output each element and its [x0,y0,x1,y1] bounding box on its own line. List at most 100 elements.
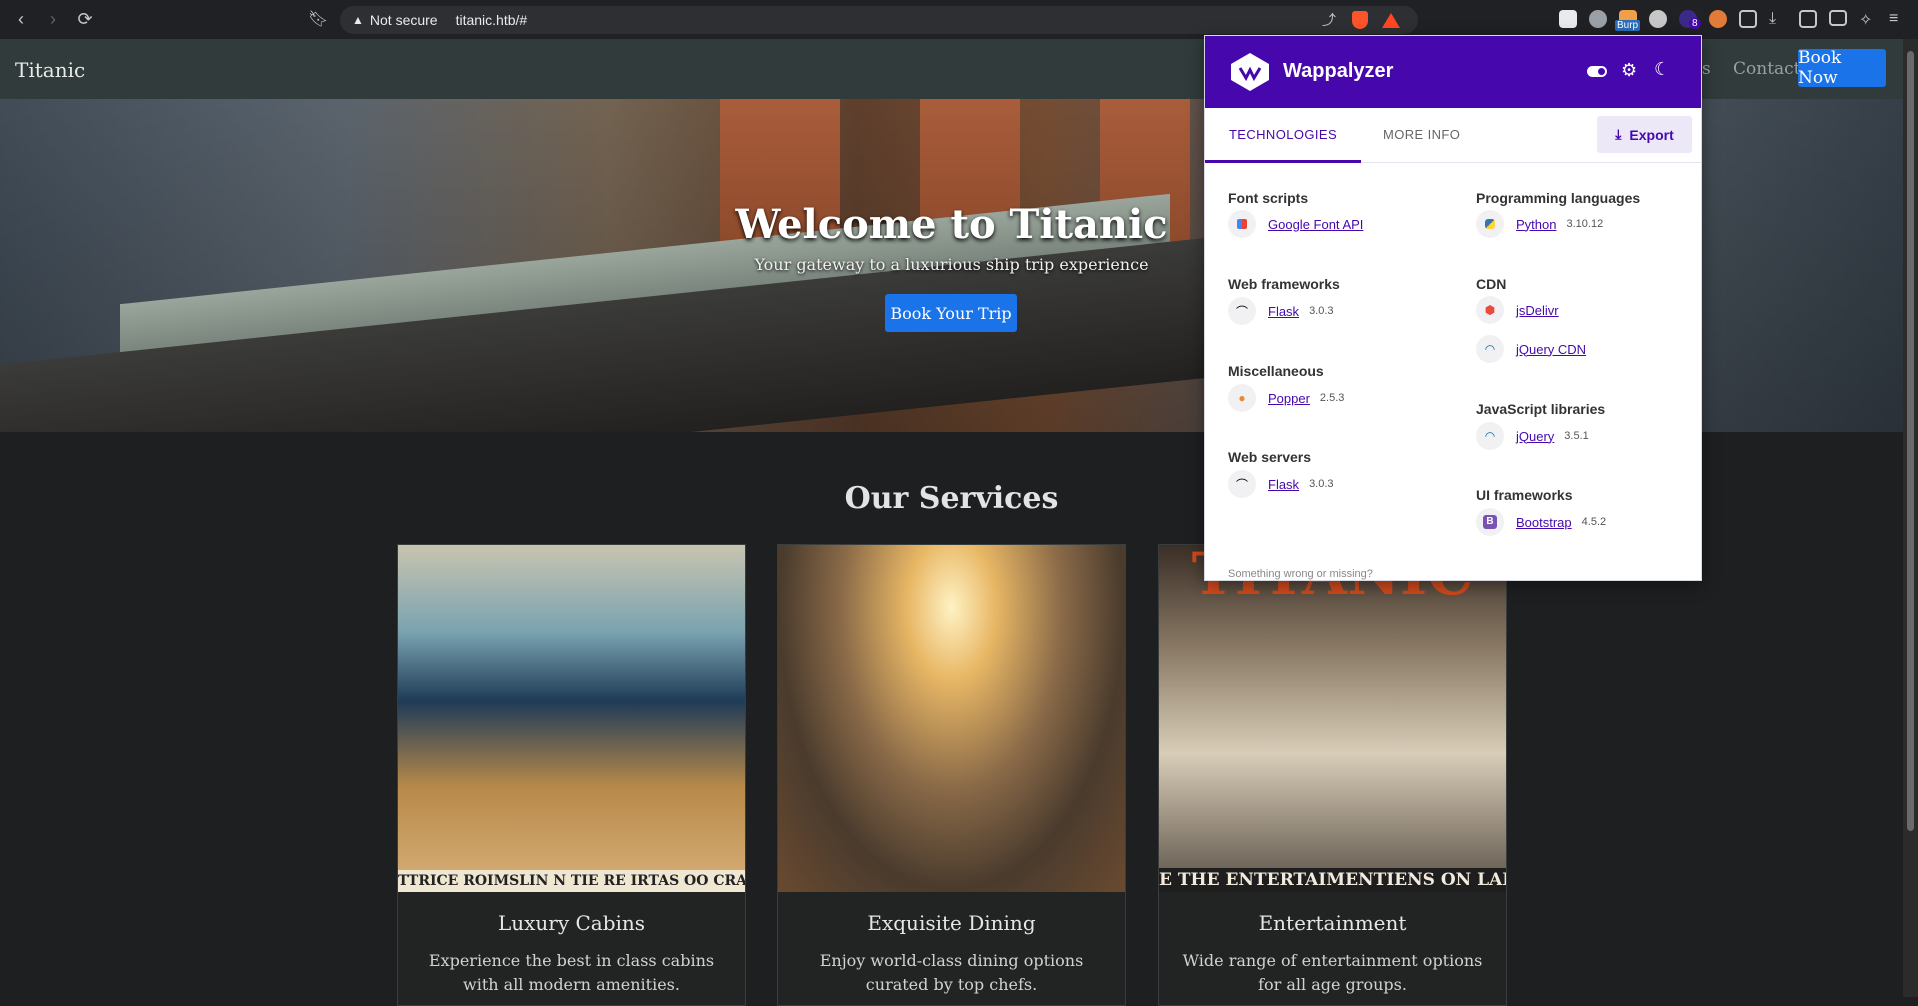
tech-version: 3.10.12 [1566,218,1604,230]
bookmark-icon[interactable]: 🔖︎ [308,9,328,29]
tech-link[interactable]: Python [1516,217,1556,232]
wappalyzer-header: Wappalyzer ⚙ ☾ [1205,36,1701,108]
gear-icon[interactable]: ⚙ [1621,60,1637,81]
bootstrap-icon: B [1476,508,1504,536]
site-brand[interactable]: Titanic [15,58,85,82]
menu-icon[interactable]: ≡ [1889,10,1907,28]
service-card: Exquisite Dining Enjoy world-class dinin… [777,544,1126,1006]
tech-link[interactable]: jsDelivr [1516,303,1559,318]
category-cdn: CDN [1476,276,1507,292]
service-image-cabins: TTRICE ROIMSLIN N TIE RE IRTAS OO CRAS I [398,545,745,892]
flask-icon: ⌒ [1228,470,1256,498]
sidebar-icon[interactable] [1799,10,1817,28]
tech-version: 3.5.1 [1564,430,1589,442]
tech-item: B Bootstrap 4.5.2 [1476,508,1606,536]
python-icon [1476,210,1504,238]
tech-item: Python 3.10.12 [1476,210,1603,238]
service-desc: Experience the best in class cabins with… [428,951,715,994]
tech-item: ◠ jQuery CDN [1476,335,1586,363]
flask-icon: ⌒ [1228,297,1256,325]
tech-item: ⬢ jsDelivr [1476,296,1559,324]
download-icon: ⤓ [1615,126,1622,142]
tab-more-info[interactable]: MORE INFO [1383,108,1460,160]
wappalyzer-tabs: TECHNOLOGIES MORE INFO ⤓ Export [1205,108,1701,163]
brave-shields-icon[interactable] [1352,11,1368,29]
security-label[interactable]: Not secure [370,12,438,28]
tech-link[interactable]: jQuery [1516,429,1554,444]
image-caption: E THE ENTERTAIMENTIENS ON LAI [1159,868,1506,892]
tech-version: 3.0.3 [1309,305,1334,317]
download-icon[interactable]: ⤓ [1769,10,1787,28]
jquery-cdn-icon: ◠ [1476,335,1504,363]
tech-version: 2.5.3 [1319,392,1345,404]
page-scrollbar[interactable] [1903,39,1918,997]
footer-link[interactable]: Something wrong or missing? [1228,568,1373,580]
book-now-button[interactable]: Book Now [1798,48,1886,88]
book-trip-button[interactable]: Book Your Trip [885,294,1017,332]
moon-icon[interactable]: ☾ [1654,59,1670,80]
tech-item: ⌒ Flask 3.0.3 [1228,470,1334,498]
back-icon[interactable]: ‹ [10,9,32,31]
tech-link[interactable]: jQuery CDN [1516,342,1586,357]
tech-item: Google Font API [1228,210,1363,238]
brave-rewards-icon[interactable] [1382,12,1400,28]
category-font-scripts: Font scripts [1228,190,1309,206]
tech-item: ⌒ Flask 3.0.3 [1228,297,1334,325]
service-desc: Enjoy world-class dining options curated… [819,951,1084,994]
category-javascript-libraries: JavaScript libraries [1476,401,1606,417]
service-title: Exquisite Dining [867,911,1036,935]
browser-toolbar: ‹ › ⟳ 🔖︎ ▲ Not secure titanic.htb/# ⤴ Bu… [0,0,1918,39]
google-font-icon [1228,210,1256,238]
bitwarden-icon[interactable] [1559,10,1577,28]
address-bar[interactable]: ▲ Not secure titanic.htb/# ⤴ [340,6,1418,34]
cookie-icon[interactable] [1709,10,1727,28]
toggle-icon[interactable] [1587,66,1607,77]
reload-icon[interactable]: ⟳ [74,9,96,31]
service-image-entertainment: TITANIC E THE ENTERTAIMENTIENS ON LAI [1159,545,1506,892]
image-caption: TTRICE ROIMSLIN N TIE RE IRTAS OO CRAS I [398,870,745,892]
wappalyzer-ext-icon[interactable]: 8 [1679,10,1701,29]
wallet-icon[interactable] [1829,10,1847,26]
popper-icon: ● [1228,384,1256,412]
tech-link[interactable]: Flask [1268,304,1299,319]
wappalyzer-badge: 8 [1689,18,1701,29]
service-image-dining [778,545,1125,892]
service-title: Entertainment [1258,911,1407,935]
category-programming-languages: Programming languages [1476,190,1641,206]
tech-link[interactable]: Popper [1268,391,1310,406]
tech-link[interactable]: Google Font API [1268,217,1363,232]
jquery-icon: ◠ [1476,422,1504,450]
category-miscellaneous: Miscellaneous [1228,363,1324,379]
warning-icon: ▲ [352,13,364,27]
wappalyzer-logo-icon [1231,53,1269,91]
wappalyzer-title: Wappalyzer [1283,60,1394,82]
tech-version: 4.5.2 [1581,516,1607,528]
category-web-frameworks: Web frameworks [1228,276,1340,292]
scrollbar-thumb[interactable] [1907,51,1914,831]
export-label: Export [1629,126,1674,143]
tech-version: 3.0.3 [1309,478,1334,490]
tab-technologies[interactable]: TECHNOLOGIES [1205,108,1361,163]
service-card: TITANIC E THE ENTERTAIMENTIENS ON LAI En… [1158,544,1507,1006]
forward-icon[interactable]: › [42,9,64,31]
jsdelivr-icon: ⬢ [1476,296,1504,324]
burp-icon[interactable]: Burp [1615,10,1641,31]
tech-item: ◠ jQuery 3.5.1 [1476,422,1589,450]
service-card: TTRICE ROIMSLIN N TIE RE IRTAS OO CRAS I… [397,544,746,1006]
export-button[interactable]: ⤓ Export [1597,116,1692,153]
tech-item: ● Popper 2.5.3 [1228,384,1344,412]
service-title: Luxury Cabins [497,911,646,935]
category-ui-frameworks: UI frameworks [1476,487,1573,503]
share-icon[interactable]: ⤴ [1322,10,1336,30]
url-text[interactable]: titanic.htb/# [456,12,528,28]
extension-glasses-icon[interactable] [1589,10,1607,28]
extension-globe-icon[interactable] [1649,10,1667,28]
category-web-servers: Web servers [1228,449,1312,465]
burp-label: Burp [1615,20,1641,31]
leo-ai-icon[interactable]: ✧ [1859,10,1877,29]
service-desc: Wide range of entertainment options for … [1182,951,1483,994]
extensions-puzzle-icon[interactable] [1739,10,1757,28]
tech-link[interactable]: Bootstrap [1516,515,1572,530]
nav-link-contact[interactable]: Contact [1733,59,1801,79]
tech-link[interactable]: Flask [1268,477,1299,492]
